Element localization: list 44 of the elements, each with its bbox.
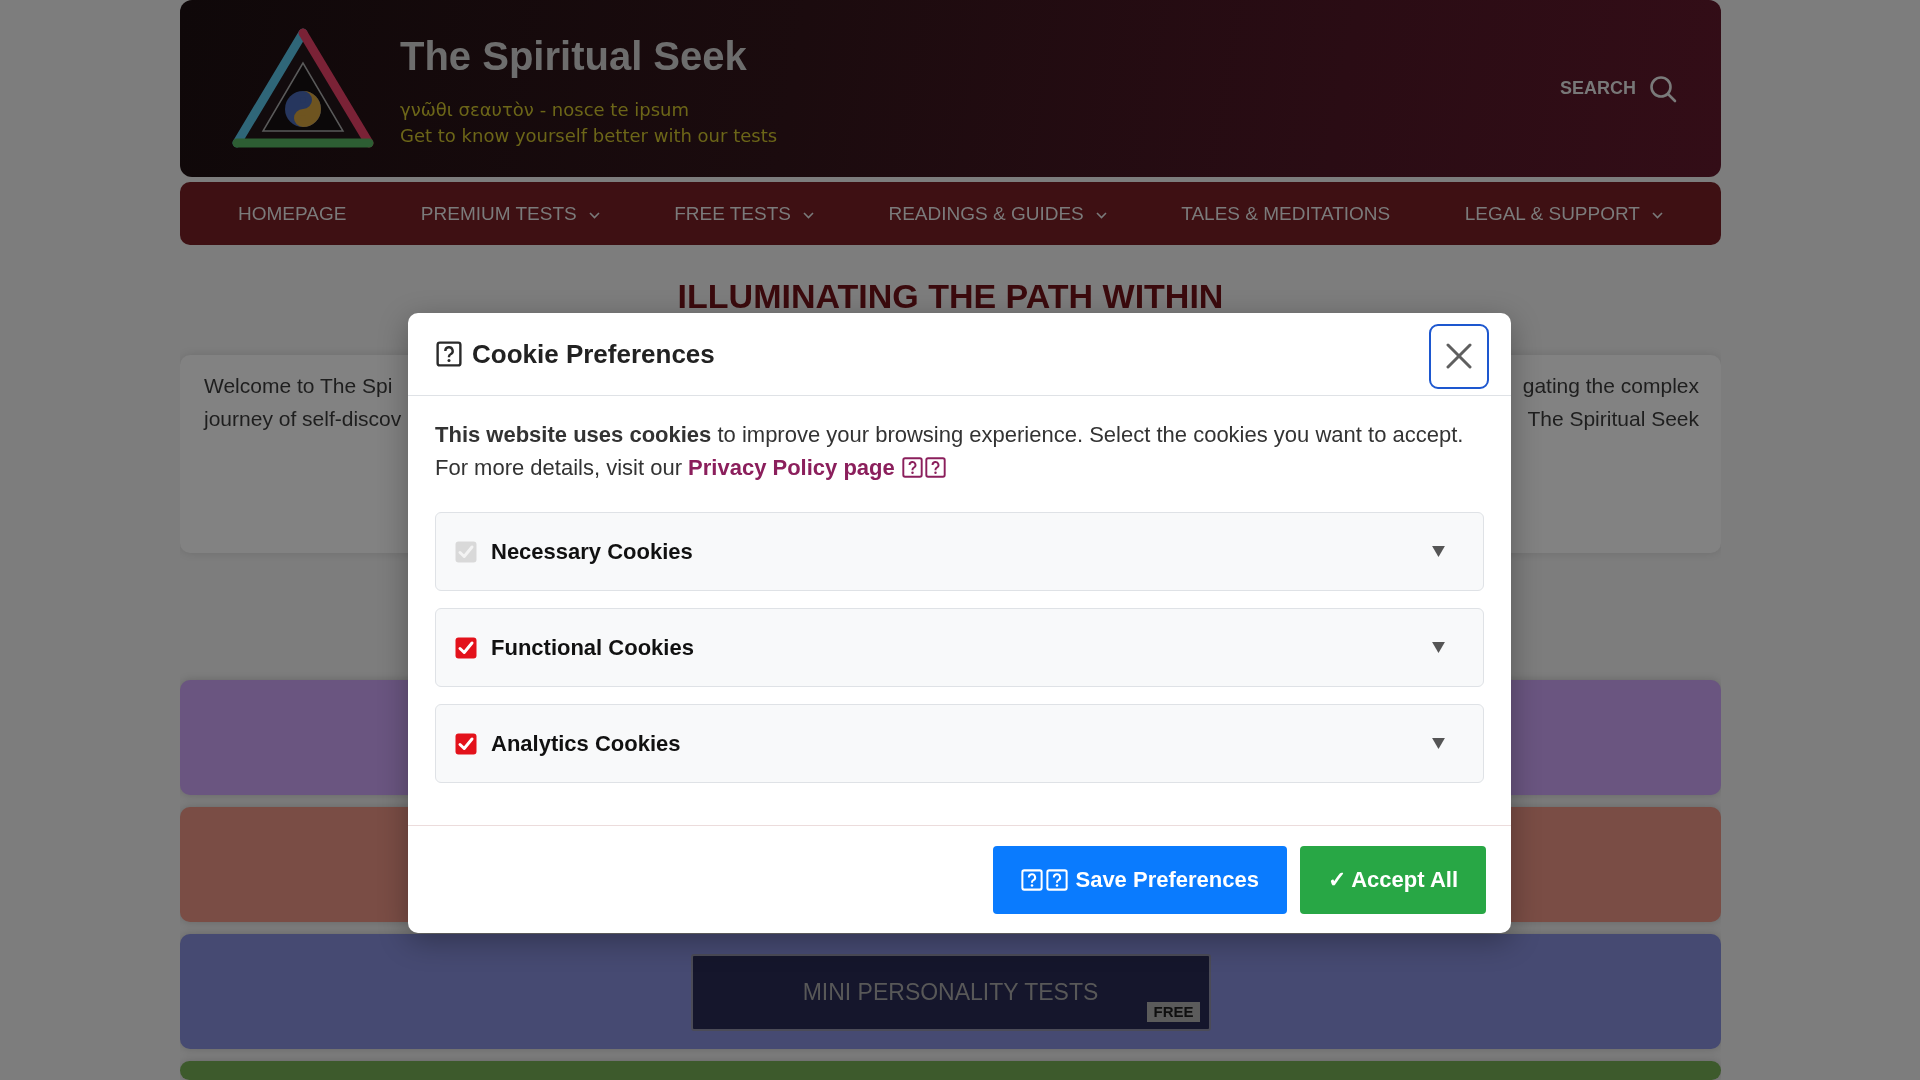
nav-link[interactable]: READINGS & GUIDES xyxy=(888,202,1107,225)
intro-text: Welcome to The Spi xyxy=(204,373,394,399)
tile-title: MINI PERSONALITY TESTS xyxy=(802,979,1099,1006)
save-preferences-button[interactable]: Save Preferences xyxy=(993,846,1287,914)
tagline: Get to know yourself better with our tests xyxy=(400,123,778,148)
cookie-notice: This website uses cookies to improve your browsing experience. Select the cookies you want to accept. For more details, visit our Privacy Policy page xyxy=(435,421,1465,482)
tagline: γνῶθι σεαυτὸν - nosce te ipsum xyxy=(400,97,690,122)
accept-all-button[interactable]: ✓ Accept All xyxy=(1299,846,1486,914)
unknown-glyph-icon xyxy=(901,457,923,478)
free-badge: FREE xyxy=(1147,1002,1200,1022)
unknown-glyph-icon xyxy=(924,457,946,478)
unknown-glyph-icon xyxy=(1021,869,1044,891)
unknown-glyph-icon xyxy=(436,341,462,367)
category-label: Functional Cookies xyxy=(491,634,694,661)
cookie-category-row[interactable]: Functional Cookies xyxy=(435,608,1484,687)
nav-link[interactable]: HOMEPAGE xyxy=(238,202,347,225)
nav-link[interactable]: LEGAL & SUPPORT xyxy=(1464,202,1663,225)
search-button[interactable]: SEARCH xyxy=(1560,74,1677,103)
site-title[interactable]: The Spiritual Seek xyxy=(400,32,778,79)
chevron-down-icon xyxy=(803,211,814,219)
nav-link[interactable]: FREE TESTS xyxy=(674,202,814,225)
tests-tile[interactable]: MINI PERSONALITY TESTS FREE xyxy=(690,954,1211,1031)
intro-text: The Spiritual Seek xyxy=(1527,406,1699,432)
intro-text: journey of self-discov xyxy=(204,406,402,432)
checkbox[interactable] xyxy=(455,732,477,755)
nav-link[interactable]: TALES & MEDITATIONS xyxy=(1181,202,1391,225)
chevron-down-icon xyxy=(1651,211,1663,219)
caret-down-icon[interactable] xyxy=(1432,738,1445,749)
intro-text: gating the complex xyxy=(1522,373,1699,399)
nav-link[interactable]: PREMIUM TESTS xyxy=(420,202,600,225)
category-label: Necessary Cookies xyxy=(491,538,693,565)
close-button[interactable] xyxy=(1429,323,1489,389)
unknown-glyph-icon xyxy=(1046,869,1069,891)
chevron-down-icon xyxy=(1095,211,1107,219)
checkbox[interactable] xyxy=(455,636,477,659)
cookie-category-row[interactable]: Analytics Cookies xyxy=(435,704,1484,783)
chevron-down-icon xyxy=(588,211,600,219)
dialog-title: Cookie Preferences xyxy=(472,338,715,370)
category-label: Analytics Cookies xyxy=(491,730,681,757)
caret-down-icon[interactable] xyxy=(1432,642,1445,653)
search-icon xyxy=(1649,74,1677,103)
page-heading: ILLUMINATING THE PATH WITHIN xyxy=(676,279,1225,313)
privacy-policy-link[interactable]: Privacy Policy page xyxy=(688,455,895,480)
close-icon xyxy=(1446,343,1472,369)
